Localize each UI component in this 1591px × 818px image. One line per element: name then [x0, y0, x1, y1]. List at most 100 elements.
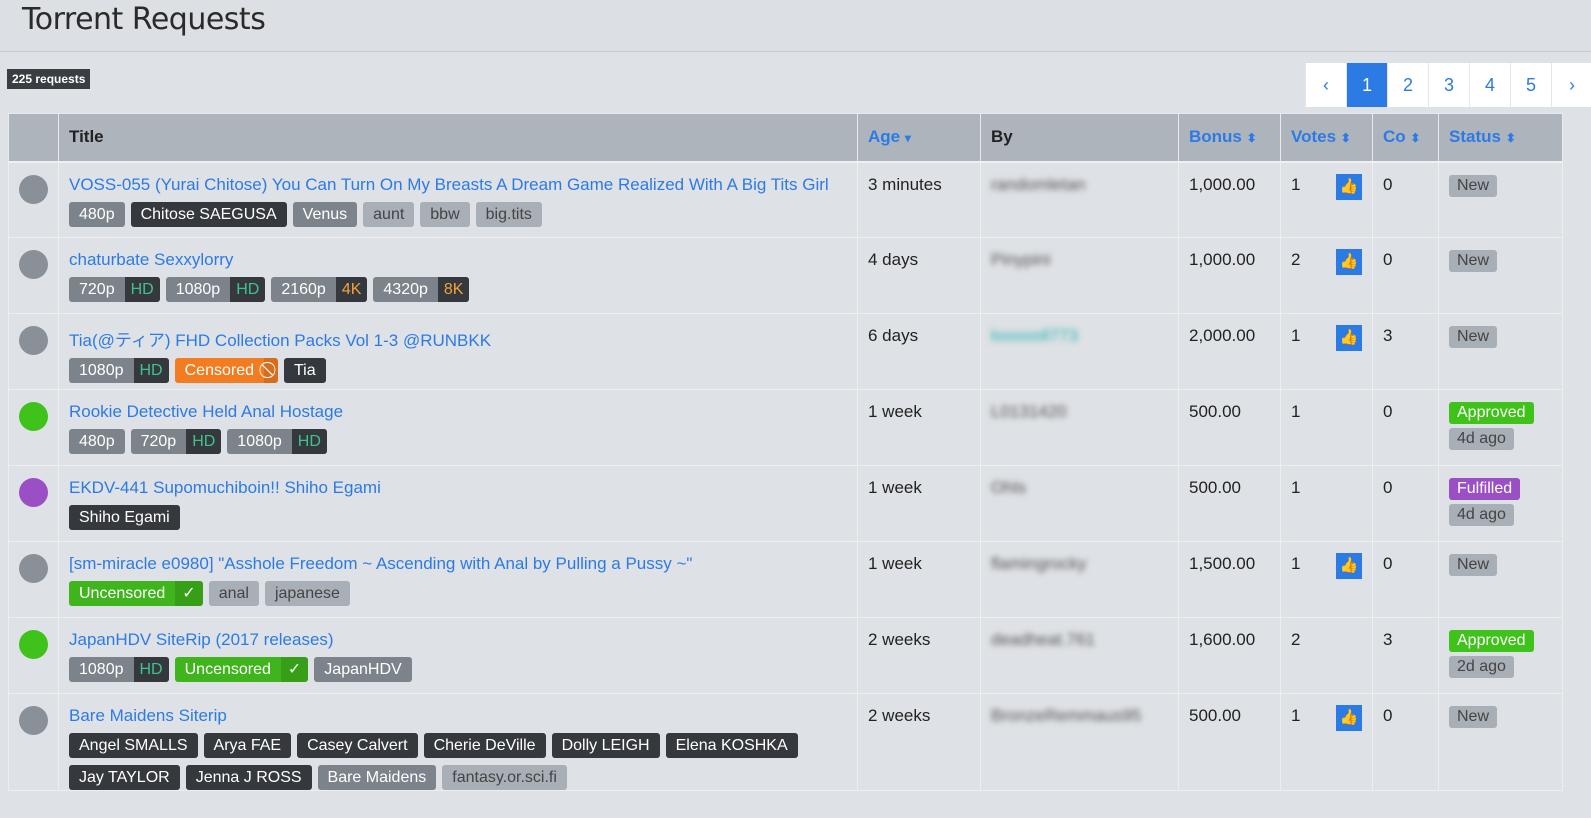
tag[interactable]: Uncensored ✓	[69, 581, 203, 606]
tag[interactable]: Venus	[292, 201, 358, 227]
col-bonus[interactable]: Bonus ⬍	[1178, 113, 1281, 163]
tag[interactable]: 720p HD	[130, 429, 222, 454]
tag[interactable]: Bare Maidens	[317, 765, 437, 790]
tag[interactable]: aunt	[363, 201, 415, 227]
col-by: By	[980, 113, 1179, 163]
status-dot	[19, 250, 48, 279]
age-cell: 4 days	[857, 237, 981, 314]
requester-link[interactable]: Ohls	[991, 478, 1026, 497]
tag-list: 720p HD 1080p HD 2160p 4K 4320p 8K	[69, 277, 847, 302]
thumbs-up-icon[interactable]: 👍	[1336, 173, 1362, 200]
tag[interactable]: fantasy.or.sci.fi	[442, 765, 567, 790]
bonus: 1,000.00	[1189, 250, 1256, 269]
votes: 1	[1291, 326, 1301, 345]
thumbs-up-icon[interactable]: 👍	[1336, 705, 1362, 731]
request-title-link[interactable]: JapanHDV SiteRip (2017 releases)	[69, 630, 847, 650]
status-time-badge: 4d ago	[1449, 504, 1514, 526]
tag[interactable]: Chitose SAEGUSA	[130, 201, 287, 227]
status-dot	[19, 554, 48, 583]
censored-icon: ⃠	[263, 358, 278, 383]
tag[interactable]: 1080p HD	[69, 358, 169, 383]
by-cell: BronzeRemmaus95	[980, 693, 1179, 791]
requester-link[interactable]: flamingrocky	[991, 554, 1086, 573]
co: 0	[1383, 706, 1393, 725]
pagination-next[interactable]: ›	[1551, 63, 1591, 107]
requester-link[interactable]: loooooll773	[991, 326, 1078, 345]
pagination-prev[interactable]: ‹	[1305, 63, 1346, 107]
request-title-link[interactable]: Bare Maidens Siterip	[69, 706, 847, 726]
status-cell: New	[1438, 237, 1563, 314]
bonus: 1,500.00	[1189, 554, 1256, 573]
tag[interactable]: 1080p HD	[227, 429, 327, 454]
tag[interactable]: Uncensored ✓	[174, 657, 309, 682]
tag[interactable]: 480p	[69, 201, 125, 227]
co: 3	[1383, 326, 1393, 345]
votes: 2	[1291, 250, 1301, 269]
requester-link[interactable]: Pinypini	[991, 250, 1051, 269]
thumbs-up-icon[interactable]: 👍	[1336, 325, 1362, 351]
status-badge: New	[1449, 174, 1498, 197]
table-row: Bare Maidens Siterip Angel SMALLS Arya FAE…	[8, 693, 1563, 791]
tag[interactable]: anal	[208, 581, 259, 606]
tag[interactable]: Shiho Egami	[69, 505, 180, 530]
votes-cell: 1 👍	[1280, 313, 1373, 390]
tag[interactable]: 1080p HD	[165, 277, 266, 302]
page-5[interactable]: 5	[1510, 63, 1551, 107]
tag[interactable]: japanese	[264, 581, 350, 606]
page-2[interactable]: 2	[1387, 63, 1428, 107]
col-votes[interactable]: Votes ⬍	[1280, 113, 1373, 163]
table-row: JapanHDV SiteRip (2017 releases) 1080p HD U…	[8, 617, 1563, 694]
tag[interactable]: 4320p 8K	[373, 277, 470, 302]
col-co[interactable]: Co ⬍	[1372, 113, 1439, 163]
tag[interactable]: Tia	[283, 358, 326, 383]
tag[interactable]: 720p HD	[69, 277, 160, 302]
request-title-link[interactable]: VOSS-055 (Yurai Chitose) You Can Turn On…	[69, 175, 847, 195]
tag[interactable]: 2160p 4K	[271, 277, 368, 302]
tag[interactable]: bbw	[420, 201, 470, 227]
request-title-link[interactable]: EKDV-441 Supomuchiboin!! Shiho Egami	[69, 478, 847, 498]
sort-icon: ⬍	[1410, 131, 1421, 146]
tag[interactable]: 1080p HD	[69, 657, 169, 682]
tag-label: 1080p	[79, 362, 124, 379]
co: 3	[1383, 630, 1393, 649]
request-title-link[interactable]: Tia(@ティア) FHD Collection Packs Vol 1-3 @…	[69, 326, 847, 351]
tag[interactable]: Censored⃠	[174, 358, 278, 383]
requester-link[interactable]: L0131420	[991, 402, 1067, 421]
age: 4 days	[868, 250, 919, 269]
tag[interactable]: JapanHDV	[314, 657, 412, 682]
page-3[interactable]: 3	[1428, 63, 1469, 107]
tag[interactable]: Elena KOSHKA	[665, 733, 798, 758]
requester-link[interactable]: deadheat.761	[991, 630, 1095, 649]
tag[interactable]: 480p	[69, 429, 125, 454]
co-cell: 0	[1372, 541, 1439, 618]
tag[interactable]: Dolly LEIGH	[551, 733, 660, 758]
bonus-cell: 500.00	[1178, 693, 1281, 791]
votes: 1	[1291, 554, 1301, 573]
tag[interactable]: Jay TAYLOR	[69, 765, 180, 790]
tag[interactable]: Angel SMALLS	[69, 733, 198, 758]
tag[interactable]: big.tits	[475, 201, 542, 227]
col-status-dot	[8, 113, 59, 163]
votes-cell: 1	[1280, 389, 1373, 466]
col-status[interactable]: Status ⬍	[1438, 113, 1563, 163]
thumbs-up-icon[interactable]: 👍	[1336, 249, 1362, 275]
age-cell: 1 week	[857, 465, 981, 542]
thumbs-up-icon[interactable]: 👍	[1336, 553, 1362, 579]
col-age[interactable]: Age ▾	[857, 113, 981, 163]
request-title-link[interactable]: [sm-miracle e0980] "Asshole Freedom ~ As…	[69, 554, 847, 574]
bonus: 1,000.00	[1189, 174, 1256, 194]
status-dot-cell	[8, 541, 59, 618]
tag[interactable]: Cherie DeVille	[423, 733, 546, 758]
page-4[interactable]: 4	[1469, 63, 1510, 107]
col-age-label: Age	[868, 127, 901, 147]
requester-link[interactable]: BronzeRemmaus95	[991, 706, 1141, 725]
tag[interactable]: Casey Calvert	[297, 733, 418, 758]
request-title-link[interactable]: chaturbate Sexxylorry	[69, 250, 847, 270]
tag[interactable]: Jenna J ROSS	[185, 765, 312, 790]
age: 1 week	[868, 478, 922, 497]
requester-link[interactable]: randomletan	[991, 175, 1086, 194]
page-1[interactable]: 1	[1346, 63, 1387, 107]
tag[interactable]: Arya FAE	[203, 733, 292, 758]
status-badge: New	[1449, 706, 1498, 728]
request-title-link[interactable]: Rookie Detective Held Anal Hostage	[69, 402, 847, 422]
